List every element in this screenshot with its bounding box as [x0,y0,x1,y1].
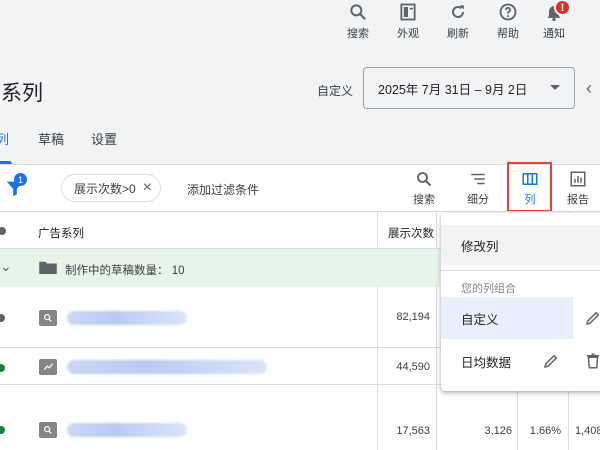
edit-icon[interactable] [542,352,560,370]
impressions-value: 17,563 [396,425,430,437]
status-dot [0,314,5,322]
campaign-name-redacted[interactable] [67,311,187,325]
chevron-left-icon[interactable]: ‹ [586,78,592,99]
filter-chip[interactable]: 展示次数>0 × [61,174,161,202]
campaign-column-header[interactable]: 广告系列 [38,225,84,241]
table-search-label: 搜索 [413,194,435,206]
segment-icon [471,173,485,185]
segment-label: 细分 [467,194,489,206]
dropdown-arrow-icon [550,85,560,90]
page-header: 告系列 自定义 2025年 7月 31日 – 9月 2日 ‹ 列 草稿 设置 [0,52,600,164]
filter-count-badge: 1 [14,173,27,186]
draft-row-label: 制作中的草稿数量： 10 [65,265,185,277]
top-toolbar: 搜索 外观 刷新 帮助 ! 通知 [0,0,600,52]
table-search-button[interactable]: 搜索 [402,170,446,210]
notification-badge: ! [554,0,571,16]
impressions-value: 44,590 [396,361,430,373]
refresh-icon [452,5,464,18]
columns-highlight [507,162,552,212]
impressions-value: 82,194 [396,311,430,323]
tab-drafts[interactable]: 草稿 [38,129,64,148]
edit-columns-item[interactable]: 修改列 [441,225,600,265]
tab-settings[interactable]: 设置 [91,129,117,148]
ctr-value: 1.66% [529,425,561,437]
segment-button[interactable]: 细分 [456,170,500,210]
status-header-dot [0,227,6,235]
notifications-button-label: 通知 [543,28,565,40]
status-dot [0,364,5,372]
search-icon [350,4,366,20]
appearance-button-label: 外观 [397,28,419,40]
column-set-daily-label: 日均数据 [461,355,512,370]
add-filter-link[interactable]: 添加过滤条件 [187,181,259,198]
filter-chip-label: 展示次数>0 [74,181,136,196]
campaign-name-redacted[interactable] [67,423,187,437]
appearance-button[interactable]: 外观 [386,2,430,46]
page-title: 告系列 [0,82,43,105]
search-campaign-icon [39,422,57,438]
refresh-button[interactable]: 刷新 [436,2,480,46]
draft-row[interactable]: ⌄ 制作中的草稿数量： 10 [0,249,440,287]
help-button[interactable]: 帮助 [486,2,530,46]
search-button-label: 搜索 [347,28,369,40]
chevron-down-icon[interactable]: ⌄ [0,258,12,275]
campaign-name-redacted[interactable] [67,360,267,374]
report-label: 报告 [567,194,589,206]
notifications-button[interactable]: ! 通知 [532,0,576,46]
clicks-value: 3,126 [484,425,512,437]
search-campaign-icon [39,310,57,326]
columns-menu: 修改列 您的列组合 自定义 日均数据 [441,213,600,391]
date-custom-label: 自定义 [317,84,354,98]
report-button[interactable]: 报告 [556,170,600,210]
close-icon[interactable]: × [143,179,152,197]
column-set-custom[interactable]: 自定义 [441,297,573,339]
folder-icon [39,261,57,274]
impressions-column-header[interactable]: 展示次数 [388,225,434,241]
column-sets-heading: 您的列组合 [461,283,516,295]
delete-icon[interactable] [584,352,600,370]
table-row[interactable]: 17,563 3,126 1.66% 1,408 [0,385,600,450]
extra-value: 1,408 [575,425,600,437]
status-dot [0,426,5,434]
date-range-picker[interactable]: 2025年 7月 31日 – 9月 2日 [363,67,575,109]
performance-campaign-icon [39,359,57,375]
column-set-custom-label: 自定义 [461,312,499,327]
help-button-label: 帮助 [497,28,519,40]
date-range-value: 2025年 7月 31日 – 9月 2日 [378,82,528,97]
menu-divider [441,270,600,271]
column-set-daily[interactable]: 日均数据 [441,340,600,382]
refresh-button-label: 刷新 [447,28,469,40]
edit-icon[interactable] [584,309,600,327]
search-icon [417,172,431,186]
tab-campaigns[interactable]: 列 [0,129,9,148]
appearance-icon [400,3,416,21]
help-icon [499,3,517,21]
search-button[interactable]: 搜索 [336,2,380,46]
report-icon [570,171,586,187]
